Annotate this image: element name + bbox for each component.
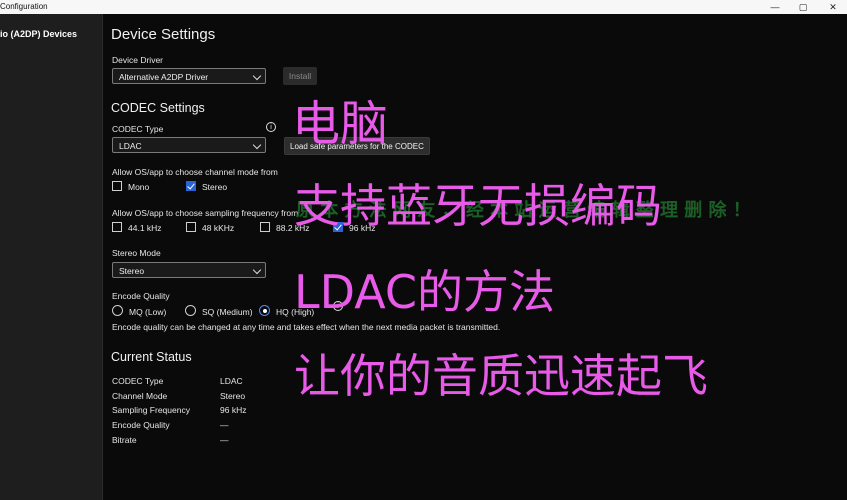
device-driver-select[interactable]: Alternative A2DP Driver xyxy=(112,68,266,84)
encode-quality-label: Encode Quality xyxy=(112,291,170,301)
overlay-line-1: 电脑 xyxy=(292,96,389,152)
device-driver-label: Device Driver xyxy=(112,55,164,65)
chevron-down-icon xyxy=(252,140,262,150)
freq-44-checkbox[interactable] xyxy=(112,222,122,232)
codec-type-select[interactable]: LDAC xyxy=(112,137,266,153)
stereo-mode-value: Stereo xyxy=(119,266,145,276)
device-driver-value: Alternative A2DP Driver xyxy=(119,72,209,82)
stereo-mode-label: Stereo Mode xyxy=(112,248,161,258)
status-key: Sampling Frequency xyxy=(112,405,190,415)
sq-medium-label: SQ (Medium) xyxy=(202,307,253,317)
status-key: Bitrate xyxy=(112,435,137,445)
status-value: — xyxy=(220,420,229,430)
codec-settings-heading: CODEC Settings xyxy=(111,101,205,115)
sidebar-item-a2dp-devices[interactable]: io (A2DP) Devices xyxy=(0,29,77,39)
overlay-line-4: 让你的音质迅速起飞 xyxy=(294,349,708,403)
freq-44-label: 44.1 kHz xyxy=(128,223,162,233)
codec-type-value: LDAC xyxy=(119,141,142,151)
codec-type-label: CODEC Type xyxy=(112,124,164,134)
hq-high-radio[interactable] xyxy=(259,305,270,316)
mono-label: Mono xyxy=(128,182,150,192)
freq-88-checkbox[interactable] xyxy=(260,222,270,232)
current-status-heading: Current Status xyxy=(111,350,192,364)
mono-checkbox[interactable] xyxy=(112,181,122,191)
chevron-down-icon xyxy=(252,71,262,81)
freq-48-label: 48 kKHz xyxy=(202,223,235,233)
minimize-button[interactable]: — xyxy=(760,0,790,14)
title-bar: Configuration — ▢ ✕ xyxy=(0,0,847,14)
status-value: — xyxy=(220,435,229,445)
overlay-line-3: LDAC的方法 xyxy=(294,265,556,319)
status-key: Encode Quality xyxy=(112,420,170,430)
stereo-mode-select[interactable]: Stereo xyxy=(112,262,266,278)
mq-low-label: MQ (Low) xyxy=(129,307,167,317)
device-settings-heading: Device Settings xyxy=(111,26,216,43)
close-button[interactable]: ✕ xyxy=(818,0,847,14)
chevron-down-icon xyxy=(252,265,262,275)
status-key: Channel Mode xyxy=(112,391,168,401)
sidebar: io (A2DP) Devices xyxy=(0,14,103,500)
sq-medium-radio[interactable] xyxy=(185,305,196,316)
overlay-line-2: 支持蓝牙无损编码 xyxy=(294,179,662,233)
freq-48-checkbox[interactable] xyxy=(186,222,196,232)
sampling-frequency-label: Allow OS/app to choose sampling frequenc… xyxy=(112,208,299,218)
mq-low-radio[interactable] xyxy=(112,305,123,316)
maximize-button[interactable]: ▢ xyxy=(788,0,818,14)
status-key: CODEC Type xyxy=(112,376,164,386)
status-value: LDAC xyxy=(220,376,243,386)
stereo-checkbox[interactable] xyxy=(186,181,196,191)
info-icon[interactable]: i xyxy=(266,122,276,132)
status-value: 96 kHz xyxy=(220,405,247,415)
install-button[interactable]: Install xyxy=(283,67,317,85)
stereo-label: Stereo xyxy=(202,182,228,192)
status-value: Stereo xyxy=(220,391,246,401)
encode-quality-note: Encode quality can be changed at any tim… xyxy=(112,322,501,332)
channel-mode-label: Allow OS/app to choose channel mode from xyxy=(112,167,278,177)
window-title: Configuration xyxy=(0,2,48,11)
